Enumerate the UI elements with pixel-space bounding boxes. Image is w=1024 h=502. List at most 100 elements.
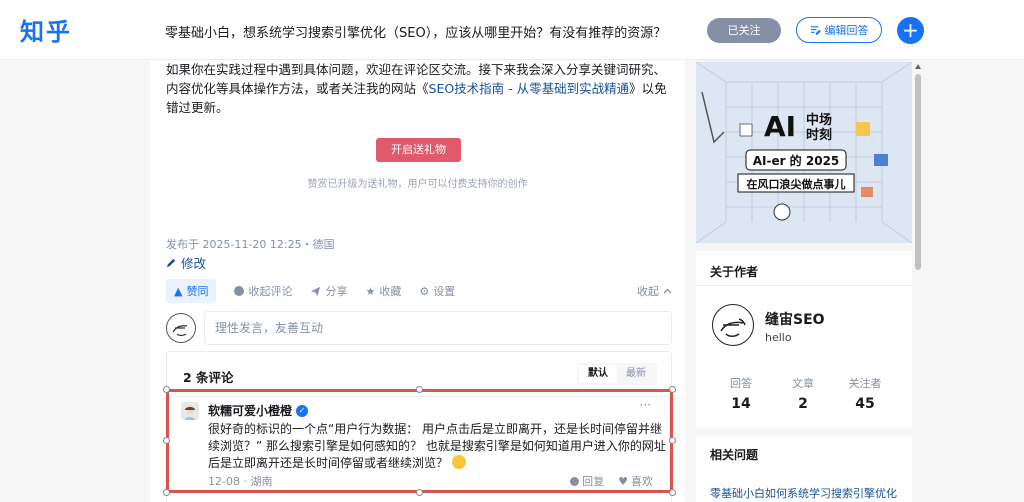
comment-bubble-icon bbox=[234, 286, 245, 296]
comment-actions: 回复 ♥ 喜欢 bbox=[570, 473, 653, 489]
chevron-up-icon bbox=[663, 288, 672, 294]
resize-handle-tr[interactable] bbox=[669, 386, 676, 393]
stat-articles[interactable]: 文章 2 bbox=[772, 375, 834, 412]
comment-text: 很好奇的标识的一个点“用户行为数据： 用户点击后是立即离开，还是长时间停留并继续… bbox=[208, 421, 668, 472]
reply-label: 回复 bbox=[582, 475, 605, 488]
like-button[interactable]: ♥ 喜欢 bbox=[618, 473, 653, 489]
reply-button[interactable]: 回复 bbox=[570, 473, 604, 489]
vote-label: 赞同 bbox=[186, 285, 209, 298]
comment-date: 12-08 bbox=[208, 475, 240, 488]
resize-handle-l[interactable] bbox=[163, 437, 170, 444]
promo-banner[interactable]: AI 中场 时刻 AI-er 的 2025 在风口浪尖做点事儿 bbox=[696, 62, 912, 243]
stat-label: 关注者 bbox=[848, 377, 882, 390]
edit-list-icon bbox=[810, 25, 821, 35]
edit-link[interactable]: 修改 bbox=[166, 253, 206, 272]
settings-button[interactable]: ⚙ 设置 bbox=[419, 283, 455, 299]
share-button[interactable]: 分享 bbox=[310, 283, 347, 299]
girl-avatar-icon bbox=[185, 406, 195, 420]
top-bar: 知乎 零基础小白，想系统学习搜索引擎优化（SEO），应该从哪里开始？有没有推荐的… bbox=[0, 0, 1024, 60]
edit-answer-button[interactable]: 编辑回答 bbox=[796, 17, 882, 43]
author-avatar[interactable] bbox=[712, 304, 754, 346]
heart-icon: ♥ bbox=[618, 474, 628, 488]
collapse-comments-label: 收起评论 bbox=[248, 285, 293, 298]
sidebar-scrollbar[interactable] bbox=[914, 62, 922, 502]
send-gift-button[interactable]: 开启送礼物 bbox=[376, 138, 461, 162]
commenter-name-row: 软糯可爱小橙橙 ✓ bbox=[208, 402, 309, 419]
collapse-comments-button[interactable]: 收起评论 bbox=[234, 283, 292, 299]
related-heading: 相关问题 bbox=[710, 448, 759, 462]
question-title[interactable]: 零基础小白，想系统学习搜索引擎优化（SEO），应该从哪里开始？有没有推荐的资源？ bbox=[165, 22, 666, 41]
collapse-label: 收起 bbox=[637, 285, 659, 298]
sort-default-tab[interactable]: 默认 bbox=[579, 365, 617, 383]
zhihu-logo[interactable]: 知乎 bbox=[20, 12, 72, 47]
related-question-link[interactable]: 零基础小白如何系统学习搜索引擎优化 bbox=[710, 485, 897, 501]
like-label: 喜欢 bbox=[631, 475, 653, 488]
hand-drawing-icon bbox=[720, 318, 746, 337]
user-avatar[interactable] bbox=[166, 313, 196, 343]
commenter-avatar[interactable] bbox=[181, 402, 199, 420]
publish-time: 发布于 2025-11-20 12:25・德国 bbox=[166, 238, 335, 251]
collapse-button[interactable]: 收起 bbox=[637, 283, 672, 299]
answer-actions: ▲ 赞同 收起评论 分享 ★ 收藏 ⚙ 设置 收起 bbox=[166, 278, 672, 304]
banner-subtitle2: 在风口浪尖做点事儿 bbox=[747, 177, 846, 191]
author-bio: hello bbox=[765, 331, 792, 344]
resize-handle-b[interactable] bbox=[416, 489, 423, 496]
gear-icon: ⚙ bbox=[419, 284, 430, 298]
banner-illustration: AI 中场 时刻 AI-er 的 2025 在风口浪尖做点事儿 bbox=[696, 62, 912, 243]
commenter-name[interactable]: 软糯可爱小橙橙 bbox=[208, 402, 292, 419]
resize-handle-bl[interactable] bbox=[163, 489, 170, 496]
comment-meta: 12-08 · 湖南 bbox=[208, 475, 273, 488]
share-label: 分享 bbox=[325, 285, 348, 298]
banner-subtitle1: AI-er 的 2025 bbox=[753, 153, 840, 168]
sort-latest-tab[interactable]: 最新 bbox=[617, 365, 655, 383]
stat-label: 回答 bbox=[730, 377, 752, 390]
resize-handle-t[interactable] bbox=[416, 386, 423, 393]
resize-handle-tl[interactable] bbox=[163, 386, 170, 393]
banner-ai-text: AI bbox=[764, 110, 796, 143]
gift-note: 赞赏已升级为送礼物，用户可以付费支持你的创作 bbox=[307, 179, 528, 190]
stat-followers[interactable]: 关注者 45 bbox=[834, 375, 896, 412]
author-name[interactable]: 缝宙SEO bbox=[765, 309, 825, 329]
grin-emoji-icon bbox=[451, 455, 466, 469]
settings-label: 设置 bbox=[433, 285, 456, 298]
edit-answer-label: 编辑回答 bbox=[824, 24, 869, 37]
triangle-up-icon: ▲ bbox=[174, 284, 183, 298]
stat-answers[interactable]: 回答 14 bbox=[710, 375, 772, 412]
about-author-heading: 关于作者 bbox=[710, 265, 759, 279]
star-icon: ★ bbox=[365, 284, 376, 298]
stat-label: 文章 bbox=[792, 377, 814, 390]
stat-value: 2 bbox=[798, 396, 808, 412]
vote-button[interactable]: ▲ 赞同 bbox=[166, 279, 217, 303]
author-stats: 回答 14 文章 2 关注者 45 bbox=[696, 375, 912, 412]
banner-title-b: 时刻 bbox=[806, 127, 832, 143]
comment-location: 湖南 bbox=[250, 475, 273, 488]
answer-paragraph: 如果你在实践过程中遇到具体问题，欢迎在评论区交流。接下来我会深入分享关键词研究、… bbox=[166, 60, 674, 117]
banner-title-a: 中场 bbox=[806, 112, 832, 128]
scroll-up-icon[interactable] bbox=[915, 64, 921, 69]
pencil-icon bbox=[166, 258, 176, 268]
followed-button[interactable]: 已关注 bbox=[707, 18, 781, 43]
stat-value: 45 bbox=[855, 396, 875, 412]
verified-badge-icon: ✓ bbox=[296, 404, 309, 417]
edit-label: 修改 bbox=[181, 256, 207, 271]
add-button[interactable]: + bbox=[897, 17, 924, 44]
favorite-button[interactable]: ★ 收藏 bbox=[365, 283, 401, 299]
more-options-icon[interactable]: ··· bbox=[640, 398, 651, 412]
scroll-thumb[interactable] bbox=[915, 74, 921, 270]
favorite-label: 收藏 bbox=[379, 285, 402, 298]
share-icon bbox=[311, 286, 321, 296]
divider bbox=[696, 285, 912, 286]
resize-handle-br[interactable] bbox=[669, 489, 676, 496]
comment-sort: 默认 最新 bbox=[577, 363, 657, 385]
stat-value: 14 bbox=[731, 396, 751, 412]
resize-handle-r[interactable] bbox=[669, 437, 676, 444]
comment-count: 2 条评论 bbox=[183, 370, 234, 385]
comment-body: 很好奇的标识的一个点“用户行为数据： 用户点击后是立即离开，还是长时间停留并继续… bbox=[208, 422, 666, 470]
reply-bubble-icon bbox=[570, 476, 580, 486]
hand-drawing-icon bbox=[172, 325, 188, 337]
related-questions-card: 相关问题 零基础小白如何系统学习搜索引擎优化 bbox=[696, 436, 912, 502]
about-author-card: 关于作者 缝宙SEO hello 回答 14 文章 2 关注者 45 bbox=[696, 251, 912, 428]
comment-input[interactable]: 理性发言，友善互动 bbox=[204, 311, 672, 345]
comment-composer: 理性发言，友善互动 bbox=[166, 311, 672, 345]
website-link[interactable]: SEO技术指南 - 从零基础到实战精通 bbox=[429, 81, 630, 96]
